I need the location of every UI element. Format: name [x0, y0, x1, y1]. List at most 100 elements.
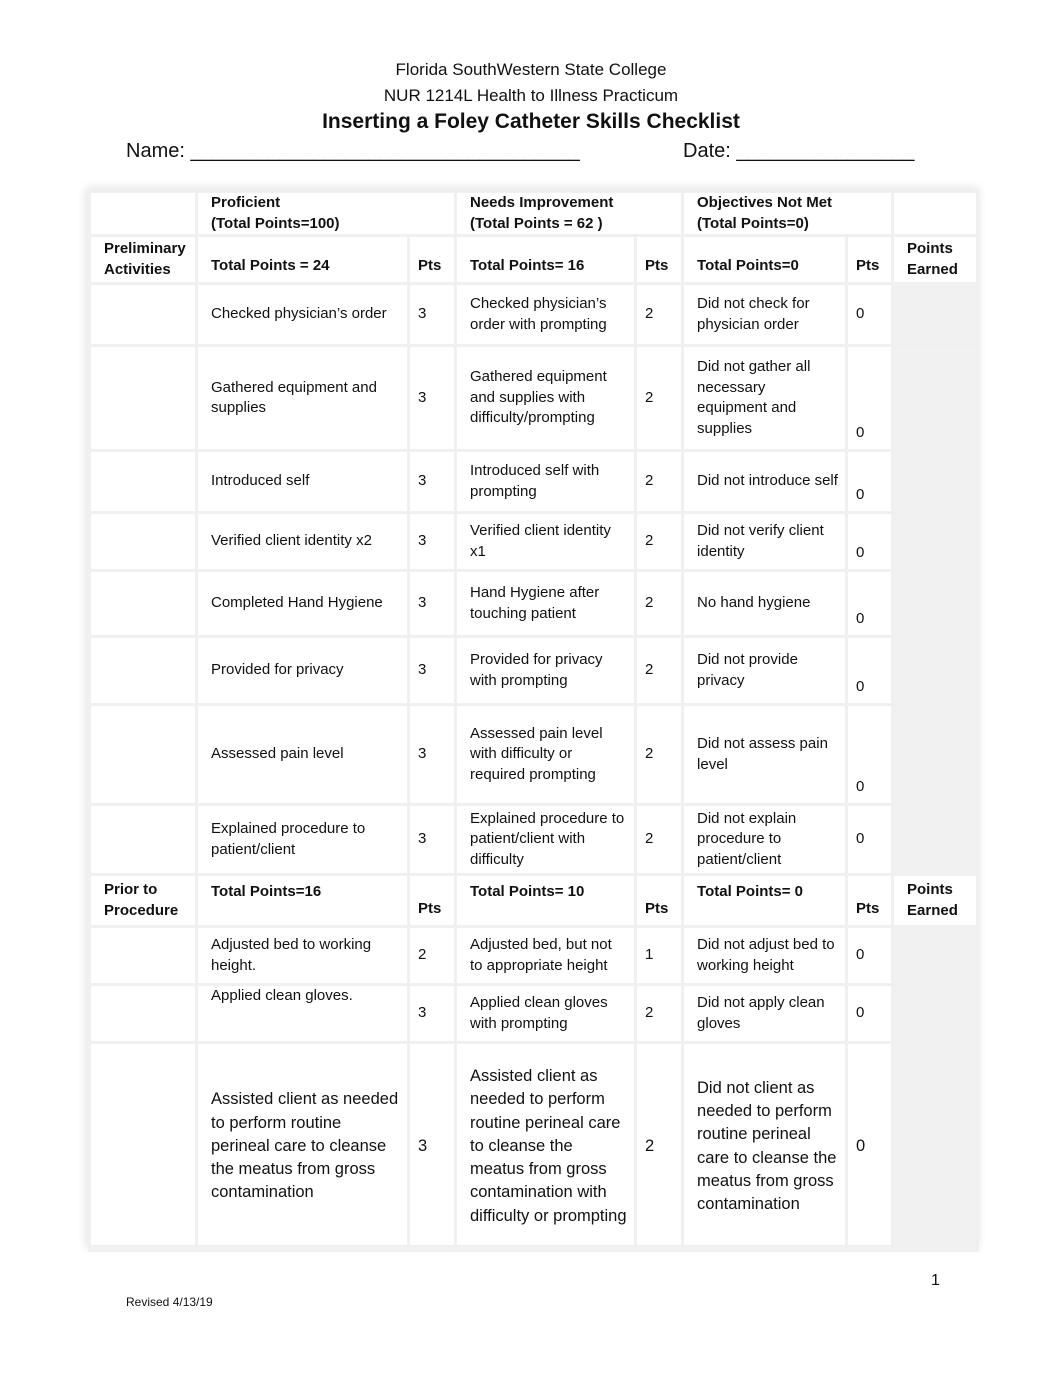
not-met-criterion: Did not gather all necessary equipment a…: [681, 344, 849, 452]
course-name: NUR 1214L Health to Illness Practicum: [383, 86, 679, 105]
not-met-points: 0: [845, 925, 895, 986]
needs-improvement-criterion: Assisted client as needed to perform rou…: [454, 1041, 637, 1252]
pts-header: Pts: [407, 873, 457, 928]
criterion-row: Assisted client as needed to perform rou…: [88, 1041, 980, 1252]
not-met-criterion: Did not apply clean gloves: [681, 983, 849, 1044]
points-earned-input[interactable]: [891, 703, 980, 806]
needs-improvement-criterion: Gathered equipment and supplies with dif…: [454, 344, 637, 452]
pts-header: Pts: [633, 234, 685, 285]
criterion-row: Explained procedure to patient/client 3 Ex…: [88, 803, 980, 876]
proficient-criterion: Checked physician’s order: [195, 282, 410, 347]
proficient-criterion: Assisted client as needed to perform rou…: [195, 1041, 410, 1252]
proficient-criterion: Adjusted bed to working height.: [195, 925, 410, 986]
not-met-criterion: No hand hygiene: [681, 569, 849, 638]
row-section-cell: [88, 569, 198, 638]
criterion-row: Applied clean gloves. 3 Applied clean glov…: [88, 983, 980, 1044]
needs-improvement-criterion: Provided for privacy with prompting: [454, 635, 637, 706]
needs-improvement-criterion: Explained procedure to patient/client wi…: [454, 803, 637, 876]
level-header-row: Proficient (Total Points=100) Needs Impr…: [88, 190, 980, 237]
proficient-criterion: Completed Hand Hygiene: [195, 569, 410, 638]
criterion-row: Verified client identity x2 3 Verified cli…: [88, 511, 980, 572]
needs-total: Total Points= 16: [454, 234, 637, 285]
proficient-points: 3: [407, 282, 457, 347]
proficient-points: 3: [407, 1041, 457, 1252]
not-met-criterion: Did not provide privacy: [681, 635, 849, 706]
needs-improvement-criterion: Checked physician’s order with prompting: [454, 282, 637, 347]
proficient-criterion: Provided for privacy: [195, 635, 410, 706]
name-field[interactable]: Name: __________________________________…: [126, 140, 580, 163]
proficient-points: 3: [407, 511, 457, 572]
points-earned-input[interactable]: [891, 344, 980, 452]
not-met-points: 0: [845, 511, 895, 572]
proficient-points: 3: [407, 569, 457, 638]
row-section-cell: [88, 282, 198, 347]
proficient-points: 3: [407, 703, 457, 806]
needs-improvement-points: 2: [633, 635, 685, 706]
row-section-cell: [88, 983, 198, 1044]
criterion-row: Completed Hand Hygiene 3 Hand Hygiene afte…: [88, 569, 980, 638]
not-met-criterion: Did not client as needed to perform rout…: [681, 1041, 849, 1252]
points-earned-input[interactable]: [891, 569, 980, 638]
section-name: Prior to Procedure: [88, 873, 198, 928]
row-section-cell: [88, 635, 198, 706]
points-earned-input[interactable]: [891, 1041, 980, 1252]
row-section-cell: [88, 803, 198, 876]
points-earned-input[interactable]: [891, 282, 980, 347]
needs-improvement-points: 2: [633, 803, 685, 876]
points-earned-input[interactable]: [891, 925, 980, 986]
date-field[interactable]: Date: ________________: [683, 140, 914, 163]
needs-improvement-criterion: Adjusted bed, but not to appropriate hei…: [454, 925, 637, 986]
needs-improvement-criterion: Hand Hygiene after touching patient: [454, 569, 637, 638]
points-earned-input[interactable]: [891, 449, 980, 514]
level-objectives-not-met: Objectives Not Met (Total Points=0): [681, 190, 895, 237]
not-met-points: 0: [845, 1041, 895, 1252]
level-needs-improvement: Needs Improvement (Total Points = 62 ): [453, 190, 685, 237]
pts-header: Pts: [845, 234, 895, 285]
needs-improvement-criterion: Assessed pain level with difficulty or r…: [454, 703, 637, 806]
proficient-total: Total Points = 24: [195, 234, 410, 285]
criterion-row: Assessed pain level 3 Assessed pain level …: [88, 703, 980, 806]
not-met-points: 0: [845, 703, 895, 806]
needs-improvement-points: 2: [633, 569, 685, 638]
page-number: 1: [931, 1272, 940, 1289]
needs-improvement-points: 2: [633, 344, 685, 452]
points-earned-header: Points Earned: [891, 234, 980, 285]
proficient-criterion: Assessed pain level: [195, 703, 410, 806]
document-title: Inserting a Foley Catheter Skills Checkl…: [322, 110, 740, 133]
points-earned-input[interactable]: [891, 635, 980, 706]
needs-improvement-points: 2: [633, 703, 685, 806]
proficient-points: 3: [407, 635, 457, 706]
proficient-points: 3: [407, 344, 457, 452]
points-earned-input[interactable]: [891, 983, 980, 1044]
section-preliminary-rows: Checked physician’s order 3 Checked physic…: [88, 282, 980, 876]
points-earned-input[interactable]: [891, 511, 980, 572]
row-section-cell: [88, 703, 198, 806]
criterion-row: Adjusted bed to working height. 2 Adjusted…: [88, 925, 980, 986]
not-met-points: 0: [845, 635, 895, 706]
proficient-points: 2: [407, 925, 457, 986]
institution-name: Florida SouthWestern State College: [395, 60, 667, 79]
pts-header: Pts: [407, 234, 457, 285]
needs-improvement-points: 2: [633, 282, 685, 347]
notmet-total: Total Points= 0: [681, 873, 849, 928]
row-section-cell: [88, 344, 198, 452]
notmet-total: Total Points=0: [681, 234, 849, 285]
not-met-points: 0: [845, 449, 895, 514]
pts-header: Pts: [845, 873, 895, 928]
not-met-criterion: Did not check for physician order: [681, 282, 849, 347]
criterion-row: Provided for privacy 3 Provided for privac…: [88, 635, 980, 706]
row-section-cell: [88, 1041, 198, 1252]
section-header-row: Prior to Procedure Total Points=16 Pts T…: [88, 873, 980, 928]
points-earned-input[interactable]: [891, 803, 980, 876]
pts-header: Pts: [633, 873, 685, 928]
not-met-points: 0: [845, 344, 895, 452]
level-proficient: Proficient (Total Points=100): [195, 190, 457, 237]
not-met-points: 0: [845, 983, 895, 1044]
not-met-criterion: Did not introduce self: [681, 449, 849, 514]
not-met-points: 0: [845, 282, 895, 347]
row-section-cell: [88, 511, 198, 572]
points-earned-header: Points Earned: [891, 873, 980, 928]
skills-checklist-table: Proficient (Total Points=100) Needs Impr…: [88, 190, 980, 1252]
revised-date: Revised 4/13/19: [126, 1295, 213, 1309]
proficient-criterion: Gathered equipment and supplies: [195, 344, 410, 452]
